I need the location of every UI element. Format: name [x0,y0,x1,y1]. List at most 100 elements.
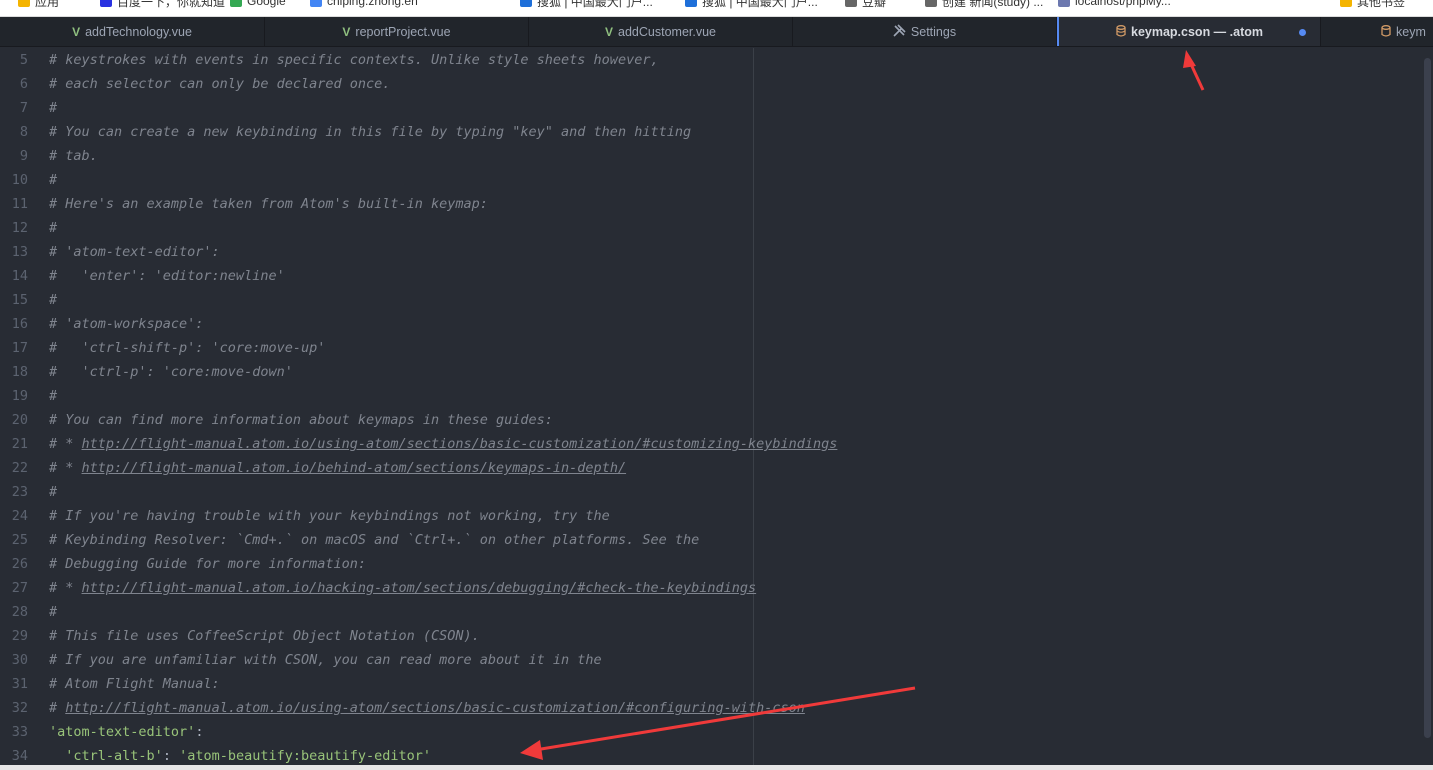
comment-text: # This file uses CoffeeScript Object Not… [49,628,480,644]
bookmark-item[interactable]: localhost/phpMy... [1058,0,1171,8]
comment: # 'enter': 'editor:newline' [49,268,285,284]
comment-text: # If you're having trouble with your key… [49,508,610,524]
bookmark-item[interactable]: 搜狐 | 中国最大门户... [685,0,818,9]
code-line[interactable]: # [49,216,57,240]
code-line[interactable]: # [49,600,57,624]
tab-label: reportProject.vue [355,25,451,39]
code-line[interactable]: # http://flight-manual.atom.io/using-ato… [49,696,805,720]
comment: # * http://flight-manual.atom.io/using-a… [49,436,837,452]
tab-settings[interactable]: Settings [793,17,1057,46]
comment-link[interactable]: http://flight-manual.atom.io/behind-atom… [82,460,627,476]
bookmark-label: 搜狐 | 中国最大门户... [702,0,818,9]
code-line[interactable]: # [49,288,57,312]
comment: # each selector can only be declared onc… [49,76,390,92]
line-number: 9 [19,148,28,164]
code-line[interactable]: # Keybinding Resolver: `Cmd+.` on macOS … [49,528,699,552]
comment-link[interactable]: http://flight-manual.atom.io/hacking-ato… [82,580,757,596]
comment: # This file uses CoffeeScript Object Not… [49,628,480,644]
bookmark-label: 豆瓣 [862,0,887,9]
line-number: 5 [19,52,28,68]
comment: # [49,604,57,620]
comment-text: # Atom Flight Manual: [49,676,220,692]
code-line[interactable]: # If you're having trouble with your key… [49,504,610,528]
comment-text: # 'enter': 'editor:newline' [49,268,285,284]
code-line[interactable]: # [49,384,57,408]
code-line[interactable]: # Here's an example taken from Atom's bu… [49,192,488,216]
vertical-scrollbar[interactable] [1422,48,1433,766]
comment-text: # * [49,436,82,452]
bookmark-item[interactable]: chiping.zhong.en [310,0,418,8]
comment: # 'ctrl-shift-p': 'core:move-up' [49,340,325,356]
tab-addcustomer[interactable]: V addCustomer.vue [529,17,793,46]
code-line[interactable]: # * http://flight-manual.atom.io/hacking… [49,576,756,600]
code-line[interactable]: # You can create a new keybinding in thi… [49,120,691,144]
line-number: 30 [11,652,28,668]
code-line[interactable]: # [49,168,57,192]
comment-link[interactable]: http://flight-manual.atom.io/using-atom/… [82,436,838,452]
bookmark-label: Google [247,0,286,8]
bookmark-icon [100,0,112,7]
code-line[interactable]: 'atom-text-editor': [49,720,203,744]
tab-keymap-2[interactable]: keym [1321,17,1433,46]
line-number: 21 [11,436,28,452]
code-line[interactable]: 'ctrl-alt-b': 'atom-beautify:beautify-ed… [49,744,431,766]
bookmark-icon [18,0,30,7]
code-line[interactable]: # each selector can only be declared onc… [49,72,390,96]
comment-text: # * [49,580,82,596]
comment-text: # [49,220,58,236]
scrollbar-thumb[interactable] [1424,58,1431,738]
line-number: 34 [11,748,28,764]
bookmark-item[interactable]: 百度一下，你就知道 [100,0,225,9]
code-line[interactable]: # * http://flight-manual.atom.io/behind-… [49,456,626,480]
code-editor[interactable]: 5 6 7 8 9 10 11 12 13 14 15 16 17 18 19 20 21 22 23 24 25 26 2… [0,48,1433,766]
code-line[interactable]: # keystrokes with events in specific con… [49,48,659,72]
bookmark-icon [230,0,242,7]
code-line[interactable]: # 'atom-text-editor': [49,240,220,264]
comment-text: # [49,484,58,500]
tab-label: addCustomer.vue [618,25,716,39]
comment-text: # tab. [49,148,98,164]
tab-addtechnology[interactable]: V addTechnology.vue [0,17,265,46]
code-line[interactable]: # Debugging Guide for more information: [49,552,366,576]
code-line[interactable]: # [49,96,57,120]
bookmark-item[interactable]: 豆瓣 [845,0,887,9]
bookmark-icon [520,0,532,7]
bookmark-label: 应用 [35,0,60,9]
bookmark-item[interactable]: 其他书签 [1340,0,1405,9]
comment-text: # 'atom-workspace': [49,316,204,332]
comment: # [49,220,57,236]
code-line[interactable]: # Atom Flight Manual: [49,672,220,696]
tab-reportproject[interactable]: V reportProject.vue [265,17,529,46]
code-line[interactable]: # 'atom-workspace': [49,312,203,336]
bookmark-item[interactable]: 搜狐 | 中国最大门户... [520,0,653,9]
comment-text: # [49,100,58,116]
line-number: 19 [11,388,28,404]
tab-label: Settings [910,25,957,39]
line-number: 23 [11,484,28,500]
line-number: 25 [11,532,28,548]
code-line[interactable]: # tab. [49,144,98,168]
tools-icon [893,24,906,40]
comment: # * http://flight-manual.atom.io/behind-… [49,460,626,476]
bookmark-item[interactable]: Google [230,0,286,8]
code-line[interactable]: # You can find more information about ke… [49,408,553,432]
horizontal-scrollbar[interactable] [0,765,1433,770]
code-line[interactable]: # If you are unfamiliar with CSON, you c… [49,648,602,672]
comment-link[interactable]: http://flight-manual.atom.io/using-atom/… [65,700,805,716]
code-line[interactable]: # 'ctrl-shift-p': 'core:move-up' [49,336,325,360]
code-line[interactable]: # * http://flight-manual.atom.io/using-a… [49,432,837,456]
tab-keymap[interactable]: keymap.cson — .atom [1057,17,1321,46]
code-line[interactable]: # 'enter': 'editor:newline' [49,264,285,288]
comment: # [49,292,57,308]
bookmark-icon [1058,0,1070,7]
comment-text: # keystrokes with events in specific con… [49,52,659,68]
code-line[interactable]: # [49,480,57,504]
database-icon [1381,24,1391,40]
comment-text: # [49,700,66,716]
comment: # * http://flight-manual.atom.io/hacking… [49,580,756,596]
bookmark-item[interactable]: 创建 新闻(study) ... [925,0,1043,9]
code-line[interactable]: # 'ctrl-p': 'core:move-down' [49,360,293,384]
code-line[interactable]: # This file uses CoffeeScript Object Not… [49,624,480,648]
bookmark-icon [845,0,857,7]
bookmark-item[interactable]: 应用 [18,0,60,9]
